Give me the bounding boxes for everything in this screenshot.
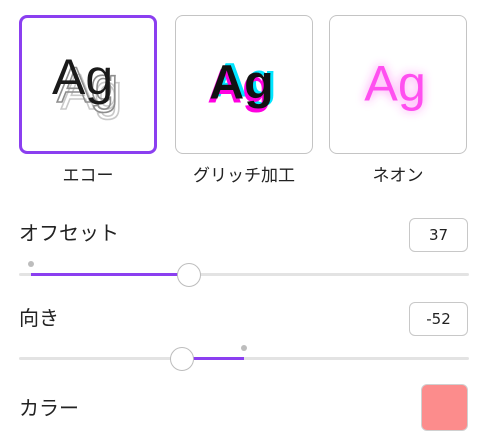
direction-slider-origin bbox=[241, 345, 247, 351]
offset-slider[interactable] bbox=[19, 261, 469, 288]
svg-text:Ag: Ag bbox=[364, 55, 426, 112]
effect-card-neon[interactable]: Ag Ag bbox=[329, 15, 467, 154]
offset-input[interactable]: 37 bbox=[409, 218, 468, 252]
svg-text:Ag: Ag bbox=[209, 56, 273, 110]
effect-label-glitch: グリッチ加工 bbox=[193, 166, 295, 186]
direction-slider[interactable] bbox=[19, 345, 469, 372]
offset-slider-fill bbox=[31, 273, 189, 276]
offset-label: オフセット bbox=[19, 221, 119, 245]
svg-text:Ag: Ag bbox=[52, 49, 113, 105]
effect-label-neon: ネオン bbox=[372, 166, 424, 186]
color-label: カラー bbox=[19, 396, 79, 420]
effect-card-glitch[interactable]: Ag Ag Ag bbox=[175, 15, 313, 154]
color-swatch[interactable] bbox=[421, 384, 468, 431]
glitch-preview: Ag Ag Ag bbox=[207, 54, 276, 114]
direction-slider-track bbox=[19, 357, 469, 360]
direction-label: 向き bbox=[19, 306, 59, 330]
effect-label-echo: エコー bbox=[62, 166, 114, 186]
direction-slider-thumb[interactable] bbox=[170, 347, 195, 371]
neon-preview: Ag Ag bbox=[364, 55, 426, 112]
offset-slider-thumb[interactable] bbox=[176, 263, 201, 287]
effect-card-echo[interactable]: Ag Ag Ag bbox=[19, 15, 157, 154]
offset-slider-origin bbox=[28, 261, 34, 267]
direction-input[interactable]: -52 bbox=[409, 302, 468, 336]
echo-preview: Ag Ag Ag bbox=[52, 49, 123, 121]
